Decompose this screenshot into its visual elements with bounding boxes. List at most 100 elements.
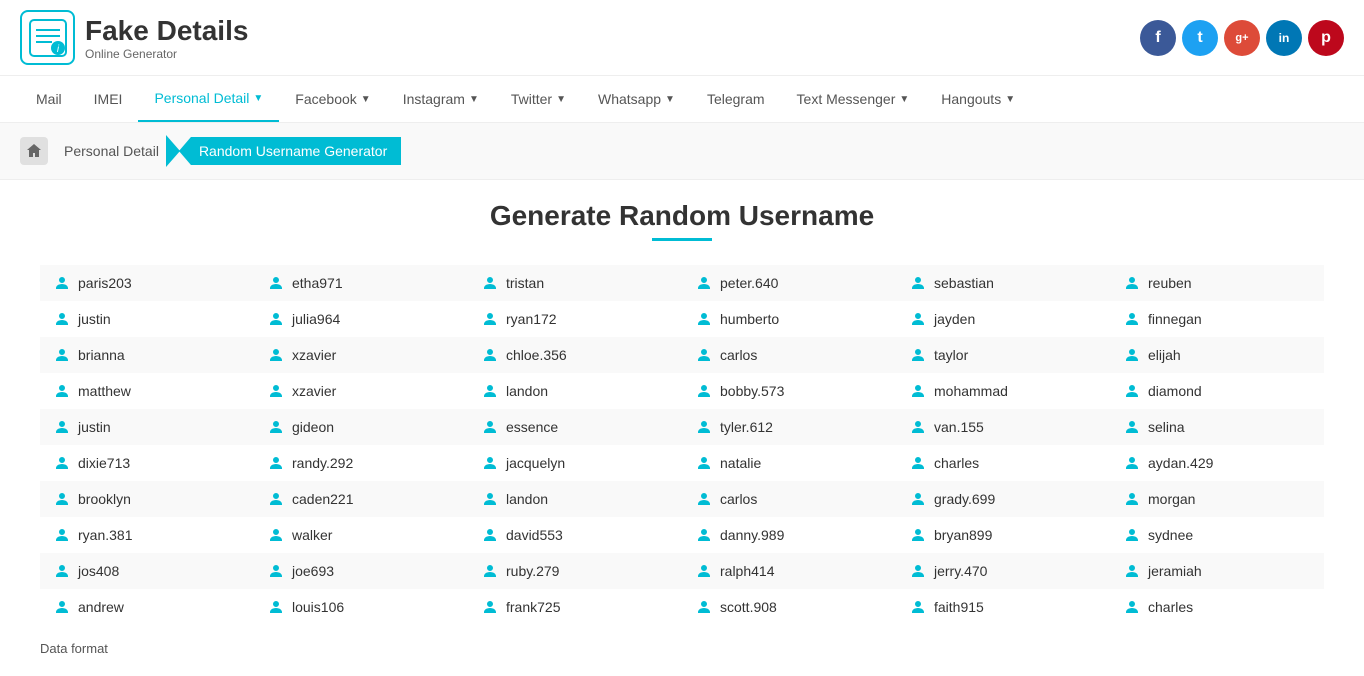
username-label: brooklyn	[78, 491, 131, 507]
username-cell[interactable]: jeramiah	[1110, 553, 1324, 589]
username-cell[interactable]: scott.908	[682, 589, 896, 625]
username-cell[interactable]: paris203	[40, 265, 254, 301]
nav-telegram[interactable]: Telegram	[691, 76, 781, 122]
username-cell[interactable]: chloe.356	[468, 337, 682, 373]
nav-personal-detail[interactable]: Personal Detail ▼	[138, 76, 279, 122]
username-cell[interactable]: mohammad	[896, 373, 1110, 409]
username-label: frank725	[506, 599, 560, 615]
linkedin-icon[interactable]: in	[1266, 20, 1302, 56]
username-cell[interactable]: carlos	[682, 337, 896, 373]
username-cell[interactable]: joe693	[254, 553, 468, 589]
twitter-icon[interactable]: t	[1182, 20, 1218, 56]
username-cell[interactable]: dixie713	[40, 445, 254, 481]
user-icon	[1124, 275, 1140, 291]
username-cell[interactable]: tyler.612	[682, 409, 896, 445]
title-underline	[652, 238, 712, 241]
username-cell[interactable]: justin	[40, 409, 254, 445]
username-cell[interactable]: julia964	[254, 301, 468, 337]
username-cell[interactable]: jos408	[40, 553, 254, 589]
username-cell[interactable]: jayden	[896, 301, 1110, 337]
username-label: mohammad	[934, 383, 1008, 399]
username-cell[interactable]: danny.989	[682, 517, 896, 553]
username-label: justin	[78, 419, 111, 435]
data-format-link[interactable]: Data format	[40, 641, 1324, 656]
username-label: van.155	[934, 419, 984, 435]
username-cell[interactable]: jerry.470	[896, 553, 1110, 589]
username-cell[interactable]: charles	[1110, 589, 1324, 625]
facebook-icon[interactable]: f	[1140, 20, 1176, 56]
breadcrumb-personal-detail-link[interactable]: Personal Detail	[56, 139, 167, 163]
username-cell[interactable]: etha971	[254, 265, 468, 301]
username-cell[interactable]: diamond	[1110, 373, 1324, 409]
username-cell[interactable]: jacquelyn	[468, 445, 682, 481]
username-cell[interactable]: selina	[1110, 409, 1324, 445]
username-cell[interactable]: peter.640	[682, 265, 896, 301]
username-cell[interactable]: bobby.573	[682, 373, 896, 409]
username-cell[interactable]: brooklyn	[40, 481, 254, 517]
user-icon	[1124, 383, 1140, 399]
username-cell[interactable]: faith915	[896, 589, 1110, 625]
username-cell[interactable]: morgan	[1110, 481, 1324, 517]
username-cell[interactable]: ruby.279	[468, 553, 682, 589]
username-cell[interactable]: david553	[468, 517, 682, 553]
user-icon	[482, 563, 498, 579]
nav-instagram[interactable]: Instagram ▼	[387, 76, 495, 122]
username-label: jerry.470	[934, 563, 987, 579]
username-label: reuben	[1148, 275, 1192, 291]
nav-twitter[interactable]: Twitter ▼	[495, 76, 582, 122]
user-icon	[1124, 527, 1140, 543]
username-cell[interactable]: natalie	[682, 445, 896, 481]
username-cell[interactable]: humberto	[682, 301, 896, 337]
username-cell[interactable]: brianna	[40, 337, 254, 373]
username-cell[interactable]: essence	[468, 409, 682, 445]
username-cell[interactable]: carlos	[682, 481, 896, 517]
nav-whatsapp[interactable]: Whatsapp ▼	[582, 76, 691, 122]
breadcrumb-separator	[166, 135, 180, 167]
username-cell[interactable]: tristan	[468, 265, 682, 301]
username-cell[interactable]: bryan899	[896, 517, 1110, 553]
nav-facebook[interactable]: Facebook ▼	[279, 76, 386, 122]
nav-arrow: ▼	[1005, 94, 1015, 105]
username-cell[interactable]: grady.699	[896, 481, 1110, 517]
username-cell[interactable]: van.155	[896, 409, 1110, 445]
username-cell[interactable]: sebastian	[896, 265, 1110, 301]
username-cell[interactable]: xzavier	[254, 337, 468, 373]
user-icon	[910, 491, 926, 507]
user-icon	[482, 311, 498, 327]
username-cell[interactable]: gideon	[254, 409, 468, 445]
googleplus-icon[interactable]: g+	[1224, 20, 1260, 56]
nav-mail[interactable]: Mail	[20, 76, 78, 122]
username-cell[interactable]: ryan172	[468, 301, 682, 337]
username-cell[interactable]: taylor	[896, 337, 1110, 373]
username-cell[interactable]: sydnee	[1110, 517, 1324, 553]
username-cell[interactable]: matthew	[40, 373, 254, 409]
nav-imei[interactable]: IMEI	[78, 76, 139, 122]
username-cell[interactable]: xzavier	[254, 373, 468, 409]
username-cell[interactable]: caden221	[254, 481, 468, 517]
username-label: carlos	[720, 491, 757, 507]
pinterest-icon[interactable]: p	[1308, 20, 1344, 56]
user-icon	[54, 275, 70, 291]
user-icon	[1124, 455, 1140, 471]
username-cell[interactable]: ralph414	[682, 553, 896, 589]
username-cell[interactable]: landon	[468, 373, 682, 409]
nav-text-messenger[interactable]: Text Messenger ▼	[781, 76, 926, 122]
username-cell[interactable]: randy.292	[254, 445, 468, 481]
nav-hangouts[interactable]: Hangouts ▼	[925, 76, 1031, 122]
username-cell[interactable]: charles	[896, 445, 1110, 481]
username-cell[interactable]: frank725	[468, 589, 682, 625]
username-cell[interactable]: walker	[254, 517, 468, 553]
username-cell[interactable]: aydan.429	[1110, 445, 1324, 481]
username-cell[interactable]: landon	[468, 481, 682, 517]
user-icon	[482, 347, 498, 363]
username-cell[interactable]: elijah	[1110, 337, 1324, 373]
username-cell[interactable]: ryan.381	[40, 517, 254, 553]
username-label: landon	[506, 491, 548, 507]
username-cell[interactable]: reuben	[1110, 265, 1324, 301]
username-cell[interactable]: andrew	[40, 589, 254, 625]
username-cell[interactable]: louis106	[254, 589, 468, 625]
home-icon[interactable]	[20, 137, 48, 165]
logo-text-area: Fake Details Online Generator	[85, 15, 248, 61]
username-cell[interactable]: finnegan	[1110, 301, 1324, 337]
username-cell[interactable]: justin	[40, 301, 254, 337]
